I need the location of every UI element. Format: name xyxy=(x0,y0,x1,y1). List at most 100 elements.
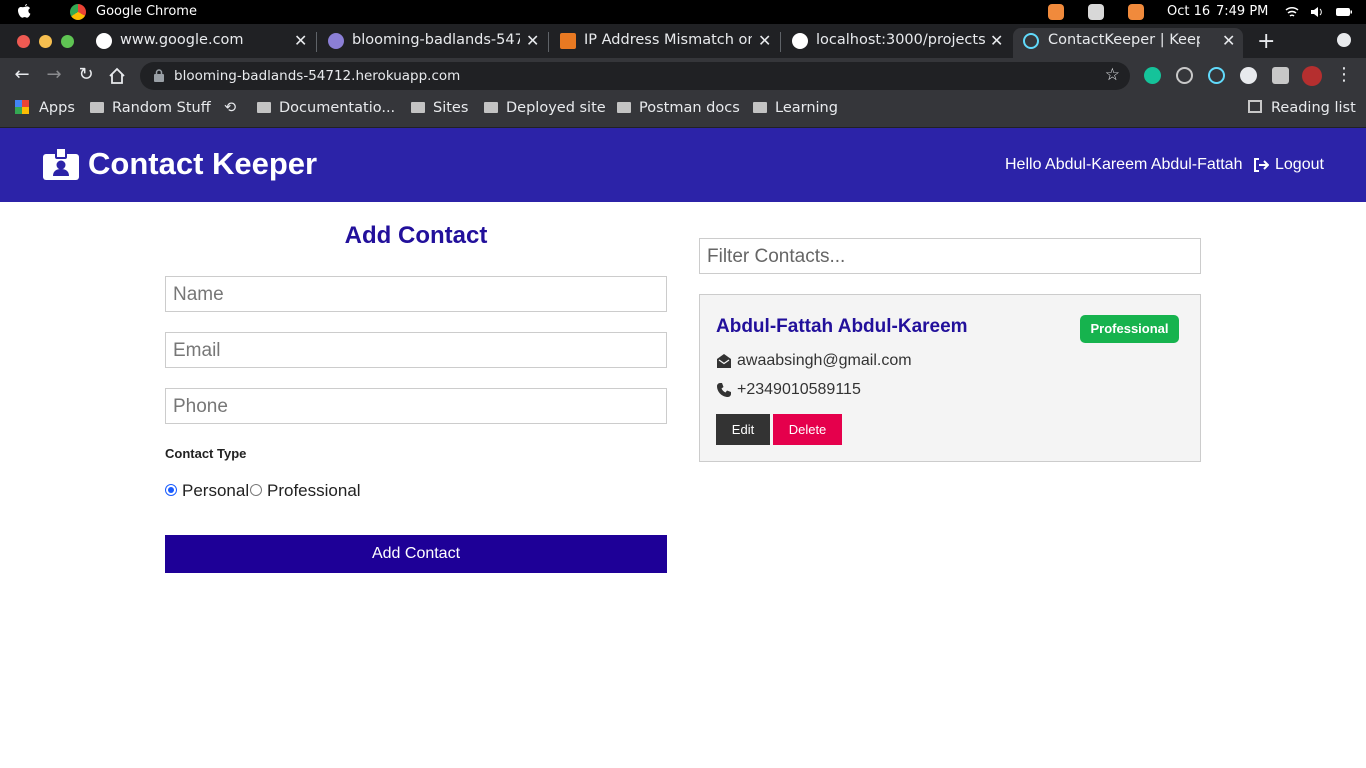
tab-google[interactable]: www.google.com ✕ xyxy=(96,28,310,58)
battery-icon[interactable] xyxy=(1335,5,1353,19)
contact-card: Abdul-Fattah Abdul-Kareem Professional a… xyxy=(699,294,1201,462)
close-icon[interactable]: ✕ xyxy=(294,31,307,50)
folder-icon xyxy=(257,102,271,113)
vercel-icon xyxy=(792,33,808,49)
extension-target-icon[interactable] xyxy=(1176,67,1193,84)
user-greeting: Hello Abdul-Kareem Abdul-Fattah xyxy=(1005,156,1243,173)
volume-icon[interactable] xyxy=(1310,5,1324,19)
tab-divider xyxy=(548,32,549,52)
sign-out-icon[interactable] xyxy=(1253,157,1269,173)
apple-icon[interactable] xyxy=(16,3,32,20)
edit-button[interactable]: Edit xyxy=(716,414,770,445)
window-minimize-button[interactable] xyxy=(39,35,52,48)
tab-title: ContactKeeper | Keep tra xyxy=(1048,32,1200,48)
name-input[interactable]: Name xyxy=(165,276,667,312)
folder-icon xyxy=(411,102,425,113)
bookmark-star-icon[interactable]: ☆ xyxy=(1105,65,1120,85)
grammarly-icon[interactable] xyxy=(1144,67,1161,84)
folder-icon xyxy=(617,102,631,113)
google-icon xyxy=(96,33,112,49)
bookmark-label: Deployed site xyxy=(506,100,606,116)
bookmark-label: Sites xyxy=(433,100,469,116)
tab-title: blooming-badlands-5471 xyxy=(352,32,520,48)
bookmark-apps[interactable]: Apps xyxy=(15,100,75,116)
tab-localhost[interactable]: localhost:3000/projects ✕ xyxy=(792,28,1006,58)
bookmark-label: Apps xyxy=(39,100,75,116)
window-maximize-button[interactable] xyxy=(61,35,74,48)
professional-radio[interactable] xyxy=(250,484,262,496)
bookmark-folder-sites[interactable]: Sites xyxy=(411,100,468,116)
add-contact-button[interactable]: Add Contact xyxy=(165,535,667,573)
new-tab-button[interactable]: + xyxy=(1257,29,1275,54)
phone-icon xyxy=(717,383,731,397)
reading-list-icon xyxy=(1248,100,1262,113)
tab-divider xyxy=(780,32,781,52)
bookmark-folder-postman-docs[interactable]: Postman docs xyxy=(617,100,740,116)
bookmark-folder-documentation[interactable]: Documentatio... xyxy=(257,100,395,116)
os-date[interactable]: Oct 16 xyxy=(1167,4,1210,19)
reload-icon[interactable]: ↻ xyxy=(75,64,97,86)
tab-search-icon[interactable] xyxy=(1337,33,1351,47)
folder-icon xyxy=(484,102,498,113)
tray-app-icon-2[interactable] xyxy=(1128,4,1144,20)
personal-radio[interactable] xyxy=(165,484,177,496)
react-devtools-icon[interactable] xyxy=(1208,67,1225,84)
bookmark-label: Learning xyxy=(775,100,838,116)
id-badge-icon xyxy=(43,148,79,180)
bookmark-folder-learning[interactable]: Learning xyxy=(753,100,838,116)
tray-app-icon[interactable] xyxy=(1048,4,1064,20)
extensions-puzzle-icon[interactable] xyxy=(1272,67,1289,84)
reading-list-label: Reading list xyxy=(1271,100,1356,116)
os-top-bar: Google Chrome Oct 16 7:49 PM xyxy=(0,0,1366,24)
history-icon[interactable]: ⟲ xyxy=(224,100,236,116)
tab-contactkeeper[interactable]: ContactKeeper | Keep tra ✕ xyxy=(1013,28,1243,58)
lock-icon[interactable] xyxy=(154,69,164,82)
window-close-button[interactable] xyxy=(17,35,30,48)
email-input[interactable]: Email xyxy=(165,332,667,368)
bookmark-label: Postman docs xyxy=(639,100,740,116)
folder-icon xyxy=(90,102,104,113)
heroku-icon xyxy=(328,33,344,49)
tab-title: IP Address Mismatch on xyxy=(584,32,752,48)
avatar[interactable] xyxy=(1302,66,1322,86)
bookmark-folder-deployed-site[interactable]: Deployed site xyxy=(484,100,606,116)
personal-label[interactable]: Personal xyxy=(182,481,249,501)
tray-cloud-icon[interactable] xyxy=(1088,4,1104,20)
contact-type-badge: Professional xyxy=(1080,315,1179,343)
tab-heroku[interactable]: blooming-badlands-5471 ✕ xyxy=(328,28,542,58)
contact-phone: +2349010589115 xyxy=(737,381,861,398)
bookmark-label: Random Stuff xyxy=(112,100,211,116)
back-icon[interactable]: ← xyxy=(11,64,33,86)
home-icon[interactable] xyxy=(108,67,126,85)
professional-label[interactable]: Professional xyxy=(267,481,361,501)
tab-title: www.google.com xyxy=(120,32,244,48)
phone-input[interactable]: Phone xyxy=(165,388,667,424)
close-icon[interactable]: ✕ xyxy=(758,31,771,50)
apps-grid-icon xyxy=(15,100,29,114)
tab-stackoverflow[interactable]: IP Address Mismatch on ✕ xyxy=(560,28,774,58)
url-text[interactable]: blooming-badlands-54712.herokuapp.com xyxy=(174,68,460,84)
stackoverflow-icon xyxy=(560,33,576,49)
menu-dots-icon[interactable]: ⋮ xyxy=(1333,64,1355,86)
address-bar[interactable]: blooming-badlands-54712.herokuapp.com ☆ xyxy=(140,62,1130,90)
chrome-icon xyxy=(70,4,86,20)
forward-icon[interactable]: → xyxy=(43,64,65,86)
envelope-open-icon xyxy=(717,354,731,368)
os-time[interactable]: 7:49 PM xyxy=(1216,4,1268,19)
folder-icon xyxy=(753,102,767,113)
tab-title: localhost:3000/projects xyxy=(816,32,986,48)
active-app-name[interactable]: Google Chrome xyxy=(96,4,197,19)
contact-email: awaabsingh@gmail.com xyxy=(737,352,912,369)
filter-contacts-input[interactable]: Filter Contacts... xyxy=(699,238,1201,274)
contact-type-label: Contact Type xyxy=(165,446,247,461)
wappalyzer-icon[interactable] xyxy=(1240,67,1257,84)
app-brand[interactable]: Contact Keeper xyxy=(88,146,317,182)
wifi-icon[interactable] xyxy=(1285,5,1299,19)
close-icon[interactable]: ✕ xyxy=(1222,31,1235,50)
close-icon[interactable]: ✕ xyxy=(526,31,539,50)
bookmark-folder-random-stuff[interactable]: Random Stuff xyxy=(90,100,211,116)
logout-link[interactable]: Logout xyxy=(1275,156,1324,174)
reading-list[interactable]: Reading list xyxy=(1248,100,1356,116)
close-icon[interactable]: ✕ xyxy=(990,31,1003,50)
delete-button[interactable]: Delete xyxy=(773,414,842,445)
